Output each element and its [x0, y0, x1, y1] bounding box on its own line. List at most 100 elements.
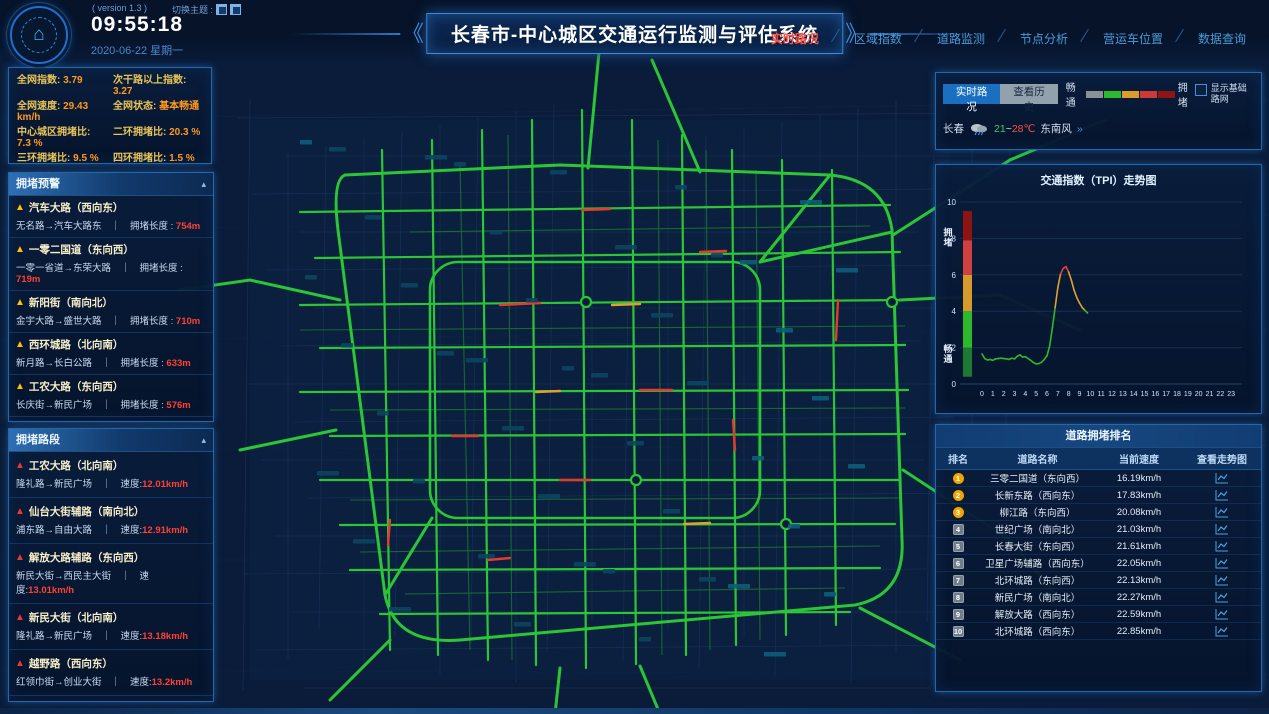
road-name: 西环城路（北向南）	[29, 337, 124, 352]
theme-swatch-icon[interactable]	[230, 4, 241, 15]
alert-triangle-icon: ▲	[15, 553, 25, 563]
road-name: 世纪广场（南向北）	[980, 522, 1095, 536]
trend-chart-icon[interactable]	[1215, 472, 1229, 484]
table-row[interactable]: 1 三零二国道（东向西） 16.19km/h	[936, 470, 1261, 487]
date-label: 2020-06-22 星期一	[72, 42, 202, 58]
warning-list-item[interactable]: ▲ 西环城路（北向南） 新月路→长白公路 ｜ 拥堵长度 : 633m	[9, 333, 213, 375]
table-row[interactable]: 2 长新东路（西向东） 17.83km/h	[936, 487, 1261, 504]
congestion-length: 754m	[176, 221, 200, 232]
nav-item[interactable]: 道路监测	[913, 30, 996, 47]
base-network-toggle: 显示基础路网	[1195, 83, 1254, 105]
svg-text:0: 0	[952, 380, 957, 389]
road-name: 三零二国道（东向西）	[980, 471, 1095, 485]
rank-badge: 6	[953, 558, 964, 569]
trend-chart-icon[interactable]	[1215, 557, 1229, 569]
road-name: 工农大路（东向西）	[29, 379, 124, 394]
nav-item[interactable]: 实时路况	[747, 30, 830, 47]
table-row[interactable]: 7 北环城路（东向西） 22.13km/h	[936, 572, 1261, 589]
trend-chart-icon[interactable]	[1215, 523, 1229, 535]
nav-item[interactable]: 数据查询	[1174, 30, 1257, 47]
checkbox-label: 显示基础路网	[1211, 83, 1254, 105]
congestion-warning-panel: 拥堵预警 ▴ ▲ 汽车大路（西向东） 无名路→汽车大路东 ｜ 拥堵长度 : 75…	[8, 172, 214, 422]
svg-text:17: 17	[1162, 391, 1170, 398]
alert-triangle-icon: ▲	[15, 507, 25, 517]
congested-list-item[interactable]: ▲ 南阳路（东向西） 和平大街→春城大街 ｜ 速度:13.24km/h	[9, 696, 213, 702]
panel-title: 拥堵路段	[16, 429, 60, 451]
traffic-legend: 畅通 拥堵	[1066, 79, 1195, 109]
congested-list-item[interactable]: ▲ 解放大路辅路（东向西） 新民大街→西民主大街 ｜ 速度:13.01km/h	[9, 544, 213, 604]
warning-list[interactable]: ▲ 汽车大路（西向东） 无名路→汽车大路东 ｜ 拥堵长度 : 754m ▲ 一零…	[9, 196, 213, 422]
trend-chart-icon[interactable]	[1215, 608, 1229, 620]
warning-list-item[interactable]: ▲ 一零二国道（东向西） 一零一省道→东荣大路 ｜ 拥堵长度 : 719m	[9, 238, 213, 291]
speed-value: 12.01km/h	[142, 479, 188, 490]
legend-swatches	[1086, 91, 1175, 98]
trend-chart-icon[interactable]	[1215, 574, 1229, 586]
trend-chart-icon[interactable]	[1215, 506, 1229, 518]
road-name: 越野路（西向东）	[29, 656, 113, 671]
table-row[interactable]: 8 新民广场（南向北） 22.27km/h	[936, 589, 1261, 606]
view-tabs: 实时路况 查看历史	[943, 84, 1058, 104]
checkbox-icon[interactable]	[1195, 84, 1207, 96]
col-speed: 当前速度	[1095, 451, 1183, 466]
svg-text:13: 13	[1119, 391, 1127, 398]
view-tab[interactable]: 查看历史	[1000, 84, 1057, 104]
svg-text:9: 9	[1078, 391, 1082, 398]
view-tab[interactable]: 实时路况	[943, 84, 1000, 104]
weather-more-link[interactable]: »	[1077, 123, 1083, 135]
current-speed: 16.19km/h	[1095, 473, 1183, 484]
road-segment: 金宇大路→盛世大路 ｜ 拥堵长度 :	[16, 316, 176, 327]
trend-chart-icon[interactable]	[1215, 489, 1229, 501]
table-row[interactable]: 9 解放大路（西向东） 22.59km/h	[936, 606, 1261, 623]
table-row[interactable]: 5 长春大街（东向西） 21.61km/h	[936, 538, 1261, 555]
panel-title: 拥堵预警	[16, 173, 60, 195]
congested-list[interactable]: ▲ 工农大路（北向南） 隆礼路→新民广场 ｜ 速度:12.01km/h ▲ 仙台…	[9, 452, 213, 702]
road-segment: 无名路→汽车大路东 ｜ 拥堵长度 :	[16, 221, 176, 232]
current-speed: 22.05km/h	[1095, 558, 1183, 569]
stat-label: 全网状态:	[113, 101, 156, 112]
rank-badge: 9	[953, 609, 964, 620]
trend-chart-icon[interactable]	[1215, 540, 1229, 552]
congested-list-item[interactable]: ▲ 仙台大街辅路（南向北） 浦东路→自由大路 ｜ 速度:12.91km/h	[9, 498, 213, 544]
app-logo[interactable]: ⌂	[10, 6, 68, 64]
table-row[interactable]: 6 卫星广场辅路（西向东） 22.05km/h	[936, 555, 1261, 572]
warning-list-item[interactable]: ▲ 工农大路（东向西） 长庆街→新民广场 ｜ 拥堵长度 : 576m	[9, 375, 213, 417]
warning-list-item[interactable]: ▲ 解放大路（西向东） 建设街→万宝街 ｜ 拥堵长度 : 459m	[9, 417, 213, 422]
col-rank: 排名	[936, 451, 980, 466]
version-label: ( version 1.3 )	[92, 3, 147, 13]
clock: 09:55:18	[72, 13, 202, 37]
col-road: 道路名称	[980, 451, 1095, 466]
warning-list-item[interactable]: ▲ 新阳街（南向北） 金宇大路→盛世大路 ｜ 拥堵长度 : 710m	[9, 291, 213, 333]
stat-value: 3.79	[63, 75, 82, 86]
current-speed: 22.13km/h	[1095, 575, 1183, 586]
rank-badge: 7	[953, 575, 964, 586]
trend-chart-icon[interactable]	[1215, 625, 1229, 637]
stat-item: 全网状态: 基本畅通	[113, 101, 203, 123]
road-name: 柳江路（东向西）	[980, 505, 1095, 519]
congested-list-item[interactable]: ▲ 越野路（西向东） 红领巾街→创业大街 ｜ 速度:13.2km/h	[9, 650, 213, 696]
collapse-icon[interactable]: ▴	[201, 173, 206, 195]
theme-swatch-icon[interactable]	[216, 4, 227, 15]
congested-list-item[interactable]: ▲ 新民大街（北向南） 隆礼路→新民广场 ｜ 速度:13.18km/h	[9, 604, 213, 650]
nav-item[interactable]: 节点分析	[996, 30, 1079, 47]
current-speed: 21.61km/h	[1095, 541, 1183, 552]
collapse-icon[interactable]: ▴	[201, 429, 206, 451]
trend-chart-icon[interactable]	[1215, 591, 1229, 603]
header: ⌂ ( version 1.3 ) 切换主题 : 09:55:18 2020-0…	[0, 0, 1269, 62]
table-row[interactable]: 4 世纪广场（南向北） 21.03km/h	[936, 521, 1261, 538]
svg-text:22: 22	[1216, 391, 1224, 398]
current-speed: 20.08km/h	[1095, 507, 1183, 518]
warning-triangle-icon: ▲	[15, 340, 25, 350]
stat-label: 全网指数:	[17, 75, 60, 86]
nav-item[interactable]: 营运车位置	[1079, 30, 1174, 47]
legend-color-swatch	[1158, 91, 1175, 98]
congestion-ranking-panel: 道路拥堵排名 排名 道路名称 当前速度 查看走势图 1 三零二国道（东向西） 1…	[935, 424, 1262, 692]
table-row[interactable]: 3 柳江路（东向西） 20.08km/h	[936, 504, 1261, 521]
congestion-length: 719m	[16, 274, 40, 285]
congested-list-item[interactable]: ▲ 工农大路（北向南） 隆礼路→新民广场 ｜ 速度:12.01km/h	[9, 452, 213, 498]
warning-list-item[interactable]: ▲ 汽车大路（西向东） 无名路→汽车大路东 ｜ 拥堵长度 : 754m	[9, 196, 213, 238]
table-title: 道路拥堵排名	[936, 425, 1261, 448]
rank-badge: 4	[953, 524, 964, 535]
table-row[interactable]: 10 北环城路（西向东） 22.85km/h	[936, 623, 1261, 640]
nav-item[interactable]: 区域指数	[830, 30, 913, 47]
stat-item: 次干路以上指数: 3.27	[113, 75, 203, 97]
